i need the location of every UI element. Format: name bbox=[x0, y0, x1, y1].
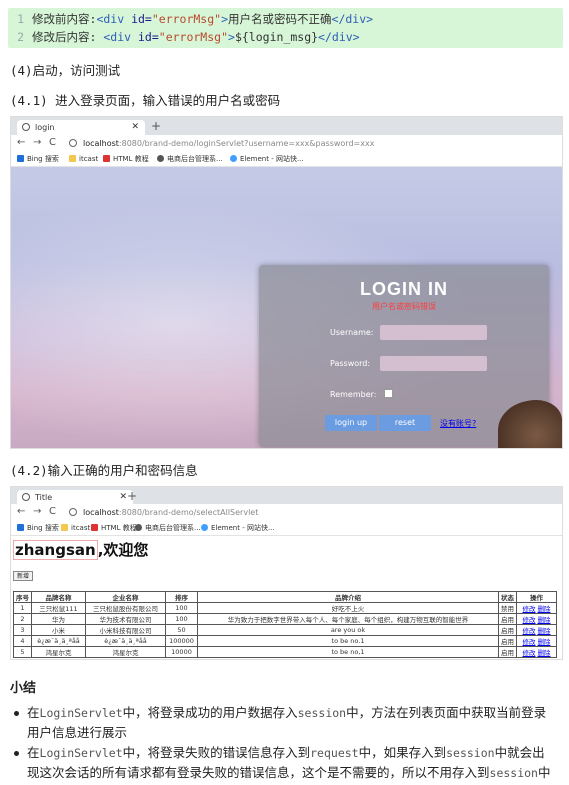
table-row: 5 鸿星尔克 鸿星尔克 10000 to be no,1 启用 修改 删除 bbox=[13, 646, 557, 658]
globe-icon bbox=[22, 493, 30, 501]
error-message: 用户名或密码错误 bbox=[372, 302, 436, 311]
delete-link[interactable]: 删除 bbox=[538, 627, 551, 635]
bing-icon bbox=[17, 524, 24, 531]
bookmarks-bar: Bing 搜索 itcast HTML 教程 电商后台管理系... Elemen… bbox=[11, 521, 562, 536]
code-line-1: 1 修改前内容:<div id="errorMsg">用户名或密码不正确</div… bbox=[17, 12, 374, 26]
forward-icon[interactable]: → bbox=[33, 506, 41, 517]
step-4-1-heading: (4.1) 进入登录页面，输入错误的用户名或密码 bbox=[10, 93, 281, 108]
tab-title: login bbox=[35, 123, 55, 132]
login-title: LOGIN IN bbox=[360, 279, 448, 299]
reload-icon[interactable]: C bbox=[49, 137, 56, 148]
bullet-dot bbox=[14, 751, 19, 756]
delete-link[interactable]: 删除 bbox=[538, 605, 551, 613]
tab-bar: Title ✕ + bbox=[11, 487, 562, 505]
login-background: LOGIN IN 用户名或密码错误 Username: Password: Re… bbox=[11, 167, 562, 448]
brand-table: 序号 品牌名称 企业名称 排序 品牌介绍 状态 操作 1 三只松鼠111 三只松鼠股… bbox=[13, 591, 557, 658]
login-button[interactable]: login up bbox=[325, 415, 377, 431]
back-icon[interactable]: ← bbox=[17, 137, 25, 148]
new-tab-icon[interactable]: + bbox=[151, 119, 161, 133]
register-link[interactable]: 没有账号? bbox=[440, 418, 476, 429]
step-4-heading: (4)启动，访问测试 bbox=[10, 63, 121, 78]
table-row: 4 è¿æ¯ä¸ä¸ªåå è¿æ¯ä¸ä¸ªåå 100000 to be no.1 启… bbox=[13, 635, 557, 647]
edit-link[interactable]: 修改 bbox=[523, 605, 536, 613]
back-icon[interactable]: ← bbox=[17, 506, 25, 517]
table-row: 2 华为 华为技术有限公司 100 华为致力于把数字世界带入每个人、每个家庭、每个组织，… bbox=[13, 613, 557, 625]
welcome-heading: zhangsan ,欢迎您 bbox=[13, 540, 149, 560]
password-input[interactable] bbox=[380, 356, 487, 371]
url-field[interactable]: localhost:8080/brand-demo/selectAllServl… bbox=[69, 506, 549, 519]
edit-link[interactable]: 修改 bbox=[523, 649, 536, 657]
bing-icon bbox=[17, 155, 24, 162]
bookmark-itcast[interactable]: itcast bbox=[61, 521, 90, 536]
bookmark-html[interactable]: HTML 教程 bbox=[91, 521, 137, 536]
new-tab-icon[interactable]: + bbox=[127, 489, 137, 503]
html-icon bbox=[91, 524, 98, 531]
bookmark-element[interactable]: Element - 网站快... bbox=[230, 152, 304, 167]
bullet-dot bbox=[14, 711, 19, 716]
remember-checkbox[interactable] bbox=[384, 389, 393, 398]
tab-bar: login ✕ + bbox=[11, 117, 562, 135]
reload-icon[interactable]: C bbox=[49, 506, 56, 517]
edit-link[interactable]: 修改 bbox=[523, 627, 536, 635]
login-screenshot: login ✕ + ← → C localhost:8080/brand-dem… bbox=[10, 116, 563, 449]
bookmarks-bar: Bing 搜索 itcast HTML 教程 电商后台管理系... Elemen… bbox=[11, 152, 562, 167]
address-bar: ← → C localhost:8080/brand-demo/loginSer… bbox=[11, 135, 562, 152]
folder-icon bbox=[69, 155, 76, 162]
bookmark-bing[interactable]: Bing 搜索 bbox=[17, 152, 59, 167]
delete-link[interactable]: 删除 bbox=[538, 638, 551, 646]
summary-heading: 小结 bbox=[10, 681, 37, 696]
close-icon[interactable]: ✕ bbox=[131, 120, 139, 135]
address-bar: ← → C localhost:8080/brand-demo/selectAl… bbox=[11, 504, 562, 521]
close-icon[interactable]: ✕ bbox=[119, 490, 127, 505]
globe-icon bbox=[22, 123, 30, 131]
password-label: Password: bbox=[330, 359, 371, 368]
browser-tab[interactable]: login ✕ bbox=[17, 120, 145, 135]
bookmark-itcast[interactable]: itcast bbox=[69, 152, 98, 167]
table-header-row: 序号 品牌名称 企业名称 排序 品牌介绍 状态 操作 bbox=[13, 591, 557, 603]
delete-link[interactable]: 删除 bbox=[538, 649, 551, 657]
bookmark-html[interactable]: HTML 教程 bbox=[103, 152, 149, 167]
globe-icon bbox=[135, 524, 142, 531]
forward-icon[interactable]: → bbox=[33, 137, 41, 148]
element-icon bbox=[230, 155, 237, 162]
element-icon bbox=[201, 524, 208, 531]
reset-button[interactable]: reset bbox=[379, 415, 431, 431]
edit-link[interactable]: 修改 bbox=[523, 616, 536, 624]
table-row: 1 三只松鼠111 三只松鼠股份有限公司 100 好吃不上火 禁用 修改 删除 bbox=[13, 602, 557, 614]
bookmark-element[interactable]: Element - 网站快... bbox=[201, 521, 275, 536]
folder-icon bbox=[61, 524, 68, 531]
step-4-2-heading: (4.2)输入正确的用户和密码信息 bbox=[10, 463, 198, 478]
username-label: Username: bbox=[330, 328, 374, 337]
url-field[interactable]: localhost:8080/brand-demo/loginServlet?u… bbox=[69, 137, 549, 150]
code-block: 1 修改前内容:<div id="errorMsg">用户名或密码不正确</div… bbox=[8, 8, 563, 48]
remember-label: Remember: bbox=[330, 390, 377, 399]
delete-link[interactable]: 删除 bbox=[538, 616, 551, 624]
tab-title: Title bbox=[35, 493, 53, 502]
bookmark-admin[interactable]: 电商后台管理系... bbox=[157, 152, 223, 167]
code-line-2: 2 修改后内容: <div id="errorMsg">${login_msg}<… bbox=[17, 30, 360, 44]
edit-link[interactable]: 修改 bbox=[523, 638, 536, 646]
html-icon bbox=[103, 155, 110, 162]
site-info-icon[interactable] bbox=[69, 508, 77, 516]
site-info-icon[interactable] bbox=[69, 139, 77, 147]
table-row: 3 小米 小米科技有限公司 50 are you ok 启用 修改 删除 bbox=[13, 624, 557, 636]
browser-tab[interactable]: Title ✕ bbox=[17, 490, 133, 505]
username: zhangsan bbox=[13, 540, 98, 560]
list-screenshot: Title ✕ + ← → C localhost:8080/brand-dem… bbox=[10, 486, 563, 660]
bookmark-admin[interactable]: 电商后台管理系... bbox=[135, 521, 201, 536]
globe-icon bbox=[157, 155, 164, 162]
bookmark-bing[interactable]: Bing 搜索 bbox=[17, 521, 59, 536]
add-button[interactable]: 新增 bbox=[13, 571, 34, 581]
username-input[interactable] bbox=[380, 325, 487, 340]
